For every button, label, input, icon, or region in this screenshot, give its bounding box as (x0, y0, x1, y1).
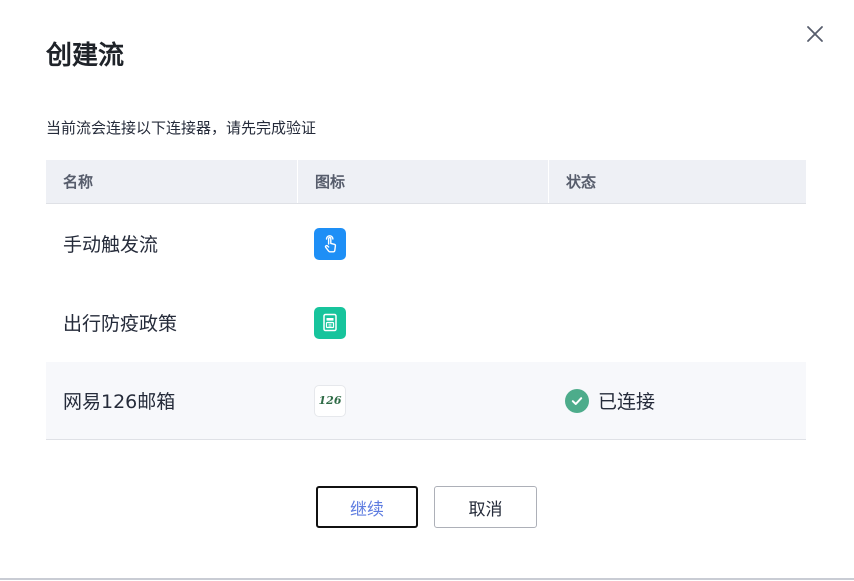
column-header-status: 状态 (548, 160, 806, 203)
dialog-title: 创建流 (46, 41, 125, 71)
cancel-button[interactable]: 取消 (434, 486, 537, 528)
create-flow-dialog: 创建流 当前流会连接以下连接器，请先完成验证 名称 图标 状态 手动触发流 出行… (0, 0, 854, 580)
table-header: 名称 图标 状态 (46, 160, 806, 204)
connector-status (548, 283, 806, 362)
connector-name: 网易126邮箱 (63, 391, 176, 413)
status-badge: 已连接 (565, 387, 655, 414)
close-icon[interactable] (803, 22, 827, 46)
table-row: 手动触发流 (46, 204, 806, 283)
column-header-name: 名称 (63, 173, 94, 191)
126-logo-text: 126 (318, 394, 342, 407)
continue-button[interactable]: 继续 (316, 486, 418, 528)
dialog-description: 当前流会连接以下连接器，请先完成验证 (46, 119, 317, 137)
126-logo-icon: 126 (314, 384, 346, 417)
check-circle-icon (565, 388, 589, 413)
table-row: 网易126邮箱 126 已连接 (46, 362, 806, 440)
document-icon (314, 306, 346, 339)
status-text: 已连接 (598, 391, 656, 413)
connector-name: 手动触发流 (63, 234, 159, 256)
connector-table: 名称 图标 状态 手动触发流 出行防疫政策 网易126邮箱 126 已连接 (46, 160, 806, 440)
column-header-icon: 图标 (297, 160, 548, 203)
connector-name: 出行防疫政策 (63, 313, 178, 335)
touch-icon (314, 227, 346, 260)
connector-status (548, 204, 806, 283)
close-button[interactable] (803, 22, 827, 46)
table-row: 出行防疫政策 (46, 283, 806, 362)
